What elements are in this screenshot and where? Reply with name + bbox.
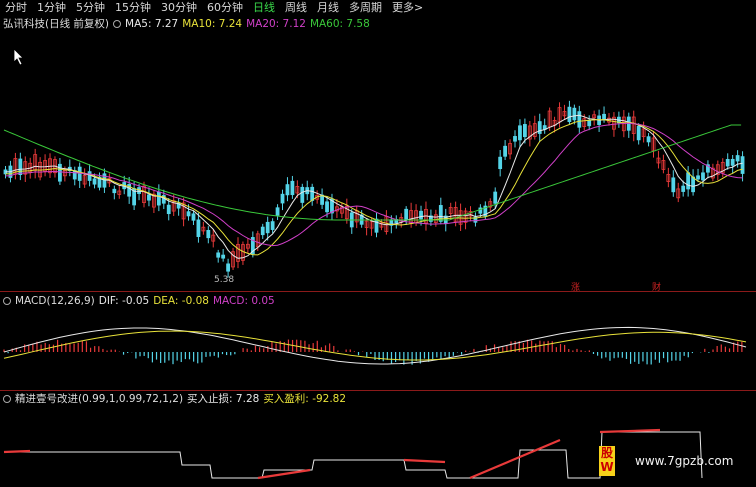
marker-cai[interactable]: 财 xyxy=(652,280,661,293)
signal-segment xyxy=(257,468,311,480)
signal-segment xyxy=(3,449,31,454)
candle-body xyxy=(196,219,201,237)
watermark-logo: 股W xyxy=(599,446,615,476)
candle-body xyxy=(87,171,92,181)
candle-body xyxy=(503,145,508,157)
candle-body xyxy=(206,229,211,239)
candle-body xyxy=(671,177,676,193)
candle-body xyxy=(325,201,329,213)
candle-body xyxy=(587,119,592,127)
candle-body xyxy=(602,113,606,120)
candle-body xyxy=(216,252,221,258)
candle-body xyxy=(147,194,151,201)
candle-body xyxy=(523,124,527,138)
signal-segment xyxy=(469,438,561,480)
candle-body xyxy=(191,213,196,221)
low-price-label: 5.38 xyxy=(214,275,235,285)
candle-body xyxy=(275,207,280,216)
candle-body xyxy=(696,175,700,180)
candle-body xyxy=(646,136,651,143)
candle-body xyxy=(572,107,577,121)
candle-body xyxy=(537,121,542,134)
candle-body xyxy=(701,172,705,181)
candle-body xyxy=(58,163,62,182)
candle-body xyxy=(691,176,695,193)
signal-step-line xyxy=(4,431,703,479)
candle-body xyxy=(77,166,82,181)
ma10-line xyxy=(5,119,743,256)
cursor-arrow-icon xyxy=(13,48,24,66)
candle-body xyxy=(577,111,582,128)
candle-body xyxy=(186,211,191,217)
candle-body xyxy=(221,254,226,259)
candle-body xyxy=(740,156,745,174)
candle-body xyxy=(518,125,522,141)
candle-body xyxy=(567,106,572,123)
candle-body xyxy=(513,136,517,142)
candle-body xyxy=(404,208,409,220)
candle-body xyxy=(310,186,315,201)
ma5-line xyxy=(5,114,743,259)
candle-body xyxy=(636,125,641,141)
candle-body xyxy=(730,158,735,166)
marker-zhang[interactable]: 涨 xyxy=(571,280,580,293)
candle-body xyxy=(735,155,740,162)
candle-body xyxy=(419,210,423,220)
candle-body xyxy=(285,184,290,196)
candle-body xyxy=(320,194,324,205)
candle-body xyxy=(280,193,285,204)
candle-body xyxy=(493,191,498,204)
candle-body xyxy=(300,186,305,203)
candle-body xyxy=(156,191,161,206)
watermark-site: www.7gpzb.com xyxy=(635,454,734,468)
candle-body xyxy=(112,188,117,194)
candle-body xyxy=(260,226,265,236)
candle-body xyxy=(265,221,270,234)
candle-body xyxy=(270,221,275,230)
ma60-line xyxy=(3,124,742,221)
candle-body xyxy=(681,185,686,192)
kline-chart[interactable] xyxy=(0,0,756,487)
signal-segment xyxy=(403,458,446,464)
candle-body xyxy=(18,158,23,176)
watermark: 股W www.7gpzb.com xyxy=(599,444,749,480)
candle-body xyxy=(226,263,231,272)
candle-body xyxy=(686,172,691,190)
candle-body xyxy=(374,218,379,233)
candle-body xyxy=(166,204,171,215)
candle-body xyxy=(290,180,295,196)
candle-body xyxy=(498,156,503,170)
candle-body xyxy=(725,158,730,167)
candle-body xyxy=(92,178,97,185)
